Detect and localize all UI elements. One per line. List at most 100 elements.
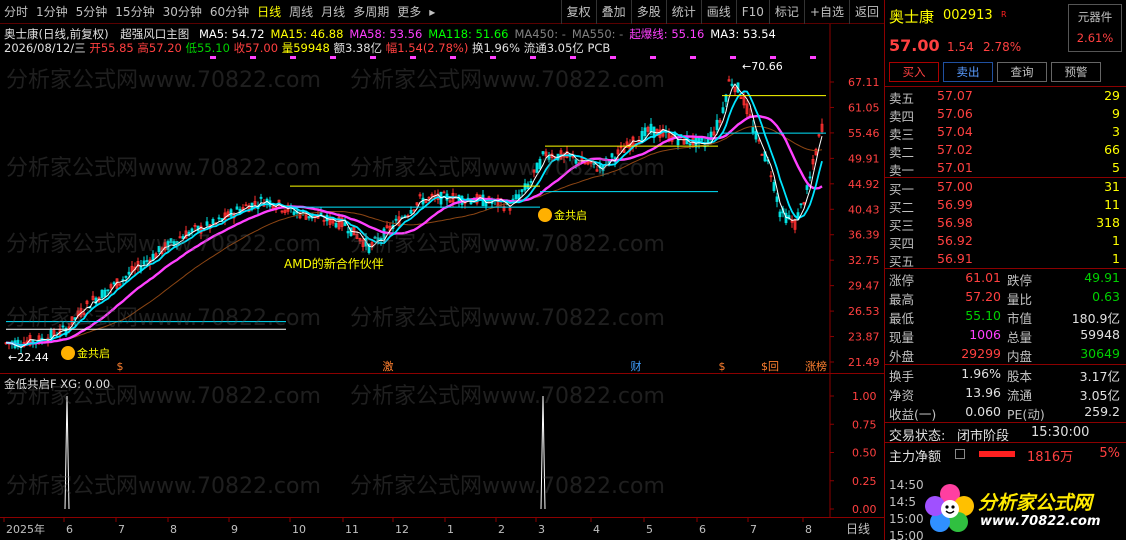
period-tab[interactable]: 5分钟 <box>72 0 112 24</box>
gold-cross-label: 金共启 <box>77 346 110 360</box>
book-volume: 66 <box>1104 142 1120 157</box>
top-marker <box>730 56 736 59</box>
period-tab[interactable]: 1分钟 <box>32 0 72 24</box>
candle-body <box>676 139 680 146</box>
toolbar-action-button[interactable]: F10 <box>735 0 769 24</box>
toolbar-action-button[interactable]: 多股 <box>630 0 666 24</box>
kline-chart-pane[interactable]: 67.11 61.05 55.46 49.91 44.92 40.43 36.39 32.75… <box>0 24 884 373</box>
stat-label: 现量 <box>889 330 915 345</box>
ma-legend-item: 起爆线: 55.16 <box>629 27 705 41</box>
stat-value: 3.05亿 <box>1079 388 1120 403</box>
trade-buttons: 买入 卖出 查询 预警 <box>885 60 1126 86</box>
book-volume: 3 <box>1112 124 1120 139</box>
candle-body <box>730 83 734 86</box>
period-tab[interactable]: 月线 <box>317 0 349 24</box>
signal-spike <box>540 395 546 510</box>
price-tick-label: 26.53 <box>848 305 880 318</box>
price-tick-label: 23.87 <box>848 331 880 344</box>
candle-body <box>610 153 614 158</box>
toolbar-action-button[interactable]: 标记 <box>768 0 804 24</box>
period-tab[interactable]: 分时 <box>0 0 32 24</box>
bid-row[interactable]: 买一 57.00 31 <box>885 178 1126 197</box>
bid-row[interactable]: 买二 56.99 11 <box>885 196 1126 215</box>
book-price: 57.02 <box>937 142 973 157</box>
date-tick-label: 8 <box>805 523 812 536</box>
book-price: 56.99 <box>937 197 973 212</box>
indicator-tick-label: 1.00 <box>852 390 877 403</box>
indicator-name[interactable]: 超强风口主图 <box>120 27 189 41</box>
candle-body <box>229 209 233 217</box>
price-change-pct: 2.78% <box>983 40 1022 54</box>
candle-body <box>100 289 104 299</box>
toolbar-action-button[interactable]: +自选 <box>803 0 849 24</box>
sell-button[interactable]: 卖出 <box>943 62 993 82</box>
candle-body <box>190 228 194 233</box>
book-volume: 29 <box>1104 88 1120 103</box>
stat-row: 现量 1006 总量 59948 <box>885 326 1126 345</box>
indicator-pane[interactable]: 1.00 0.75 0.50 0.25 0.00 金低共启F XG: 0.00 <box>0 373 884 518</box>
stat-value: 13.96 <box>965 385 1001 400</box>
period-toolbar: 分时 1分钟 5分钟 15分钟 30分钟 60分钟 日线 周线 月线 多周期 更多 ▸ 复权 叠加 多股 统计… <box>0 0 884 24</box>
period-label[interactable]: 日线 <box>846 522 870 536</box>
toolbar-action-button[interactable]: 返回 <box>848 0 884 24</box>
date-tick-label: 7 <box>118 523 125 536</box>
buy-button[interactable]: 买入 <box>889 62 939 82</box>
trade-time: 15:30:00 <box>1031 425 1090 440</box>
candle-body <box>343 222 347 226</box>
ask-row[interactable]: 卖四 57.06 9 <box>885 105 1126 124</box>
candle-body <box>442 191 446 194</box>
period-tab[interactable]: 日线 <box>253 0 285 24</box>
ma58-line <box>5 114 823 347</box>
stat-value: 259.2 <box>1084 404 1120 419</box>
toolbar-action-button[interactable]: 叠加 <box>595 0 631 24</box>
price-tick-label: 32.75 <box>848 254 880 267</box>
ma-legend-item: MA15: 46.88 <box>270 27 344 41</box>
stat-value: 0.060 <box>965 404 1001 419</box>
ask-row[interactable]: 卖五 57.07 29 <box>885 87 1126 106</box>
ma-legend: MA5: 54.72 MA15: 46.88 MA58: 53.56 MA118: 5… <box>193 27 776 41</box>
event-annotation: AMD的新合作伙伴 <box>284 256 384 271</box>
gold-cross-icon <box>538 208 552 222</box>
bid-row[interactable]: 买三 56.98 318 <box>885 214 1126 233</box>
toolbar-action-button[interactable]: 画线 <box>700 0 736 24</box>
list-icon[interactable] <box>955 449 965 459</box>
bar-low: 低55.10 <box>185 41 230 55</box>
query-button[interactable]: 查询 <box>997 62 1047 82</box>
book-volume: 318 <box>1096 215 1120 230</box>
candle-body <box>523 183 527 191</box>
kline-chart[interactable]: 67.11 61.05 55.46 49.91 44.92 40.43 36.39 32.75… <box>0 24 884 373</box>
ask-row[interactable]: 卖一 57.01 5 <box>885 159 1126 178</box>
candle-body <box>469 201 473 205</box>
candle-body <box>103 289 107 298</box>
period-tab[interactable]: 30分钟 <box>159 0 206 24</box>
event-marker: 涨榜 <box>805 359 827 373</box>
candle-body <box>514 194 518 200</box>
ask-row[interactable]: 卖二 57.02 66 <box>885 141 1126 160</box>
book-price: 57.06 <box>937 106 973 121</box>
bid-row[interactable]: 买四 56.92 1 <box>885 232 1126 251</box>
top-marker <box>810 56 816 59</box>
period-tab[interactable]: 15分钟 <box>111 0 158 24</box>
period-tab[interactable]: 60分钟 <box>206 0 253 24</box>
toolbar-action-button[interactable]: 复权 <box>560 0 596 24</box>
period-tab[interactable]: 多周期 <box>349 0 393 24</box>
bid-row[interactable]: 买五 56.91 1 <box>885 250 1126 269</box>
last-price: 57.00 <box>889 36 940 55</box>
alert-button[interactable]: 预警 <box>1051 62 1101 82</box>
period-tab[interactable]: 更多 <box>393 0 425 24</box>
bar-range: 幅1.54(2.78%) <box>385 41 469 55</box>
event-marker: 财 <box>631 359 642 373</box>
more-chevron-icon[interactable]: ▸ <box>425 0 439 24</box>
candle-body <box>520 189 524 193</box>
toolbar-action-button[interactable]: 统计 <box>665 0 701 24</box>
candle-body <box>142 260 146 265</box>
period-tab[interactable]: 周线 <box>285 0 317 24</box>
ask-row[interactable]: 卖三 57.04 3 <box>885 123 1126 142</box>
indicator-chart[interactable]: 1.00 0.75 0.50 0.25 0.00 <box>0 374 884 518</box>
main-flow-value: 1816万 <box>1027 450 1074 465</box>
bar-amount: 额3.38亿 <box>333 41 383 55</box>
stat-value: 57.20 <box>965 289 1001 304</box>
stat-value: 180.9亿 <box>1071 311 1120 326</box>
stat-value: 49.91 <box>1084 270 1120 285</box>
indicator-tick-label: 0.00 <box>852 503 877 516</box>
